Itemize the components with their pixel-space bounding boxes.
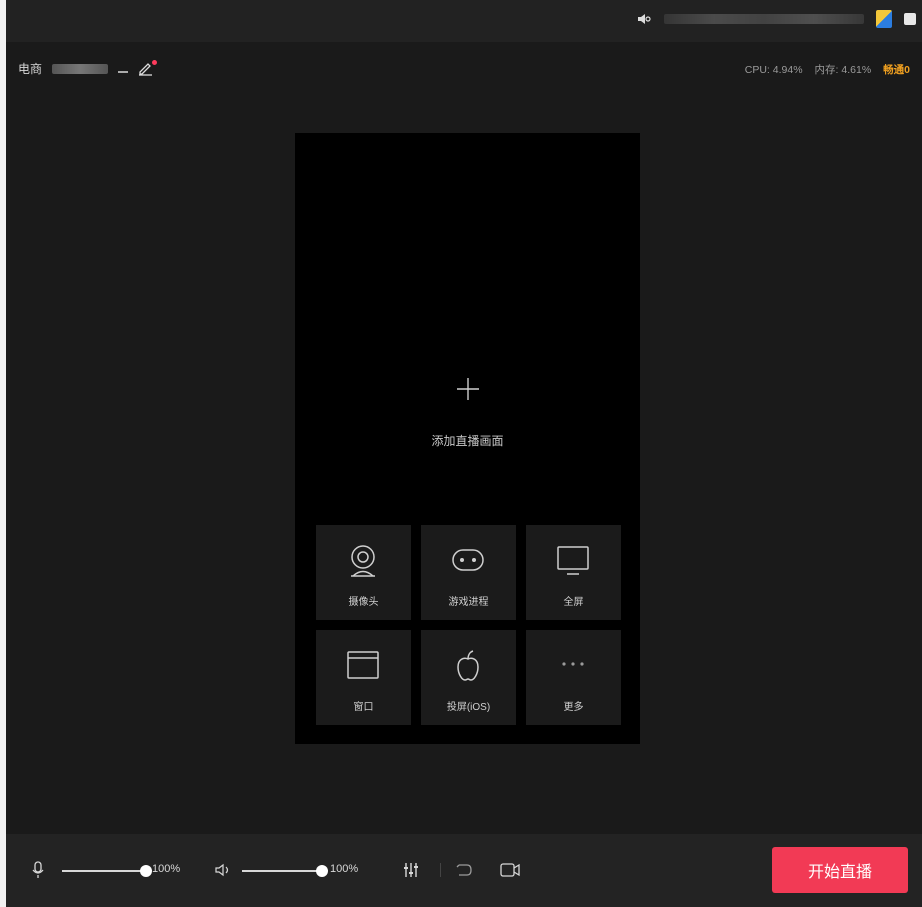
source-tile-more[interactable]: 更多	[526, 630, 621, 725]
source-grid: 摄像头 游戏进程 全屏 窗口 投屏(iOS) 更多	[316, 525, 622, 725]
mic-volume-slider[interactable]	[62, 865, 152, 877]
start-live-button[interactable]: 开始直播	[772, 847, 908, 893]
mirror-icon[interactable]	[456, 862, 474, 878]
equalizer-icon[interactable]	[404, 862, 418, 878]
title-bar	[6, 0, 922, 42]
system-stats: CPU: 4.94% 内存: 4.61% 畅通0	[745, 62, 910, 77]
cpu-usage: CPU: 4.94%	[744, 63, 803, 76]
mic-volume-value: 100%	[152, 863, 181, 875]
source-label: 窗口	[353, 702, 374, 713]
divider	[440, 863, 441, 877]
speaker-icon[interactable]	[636, 11, 652, 27]
monitor-icon	[557, 546, 589, 575]
info-bar: 电商 CPU: 4.94% 内存: 4.61% 畅通0	[6, 46, 922, 86]
category-label: 电商	[18, 62, 43, 76]
source-tile-ios-cast[interactable]: 投屏(iOS)	[421, 630, 516, 725]
plus-icon[interactable]	[457, 378, 479, 400]
camera-switch-icon[interactable]	[500, 862, 520, 878]
blurred-room-name	[52, 63, 109, 74]
camera-icon	[351, 545, 375, 577]
bottom-control-bar: 100% 100% 开始直播	[6, 834, 922, 907]
memory-usage: 内存: 4.61%	[814, 64, 872, 76]
live-streaming-app: 电商 CPU: 4.94% 内存: 4.61% 畅通0 添加直播画面 摄像头 游…	[6, 0, 922, 907]
speaker-icon[interactable]	[215, 863, 231, 877]
window-tray	[636, 10, 916, 28]
gamepad-icon	[452, 549, 484, 571]
apple-icon	[457, 650, 479, 681]
dash-divider	[118, 70, 129, 73]
room-info: 电商	[18, 59, 158, 77]
slider-knob[interactable]	[140, 865, 152, 877]
source-label: 全屏	[563, 597, 584, 608]
network-status: 畅通0	[883, 64, 910, 76]
source-label: 投屏(iOS)	[446, 702, 491, 713]
slider-knob[interactable]	[316, 865, 328, 877]
source-label: 游戏进程	[448, 597, 489, 608]
source-tile-window[interactable]: 窗口	[316, 630, 411, 725]
source-label: 摄像头	[348, 597, 379, 608]
stream-preview[interactable]: 添加直播画面 摄像头 游戏进程 全屏 窗口 投屏(iOS) 更多	[295, 133, 640, 744]
microphone-icon[interactable]	[32, 861, 44, 879]
source-label: 更多	[563, 702, 584, 713]
speaker-volume-slider[interactable]	[242, 865, 328, 877]
app-logo-icon	[876, 10, 892, 28]
window-icon-small[interactable]	[904, 13, 916, 25]
source-tile-game[interactable]: 游戏进程	[421, 525, 516, 620]
source-tile-camera[interactable]: 摄像头	[316, 525, 411, 620]
speaker-volume-value: 100%	[330, 863, 359, 875]
window-icon	[347, 651, 379, 679]
more-icon	[562, 662, 584, 666]
notification-dot	[152, 59, 158, 65]
edit-icon[interactable]	[138, 59, 158, 76]
source-tile-fullscreen[interactable]: 全屏	[526, 525, 621, 620]
add-scene-label[interactable]: 添加直播画面	[295, 432, 640, 449]
blurred-tray-info	[664, 14, 864, 24]
